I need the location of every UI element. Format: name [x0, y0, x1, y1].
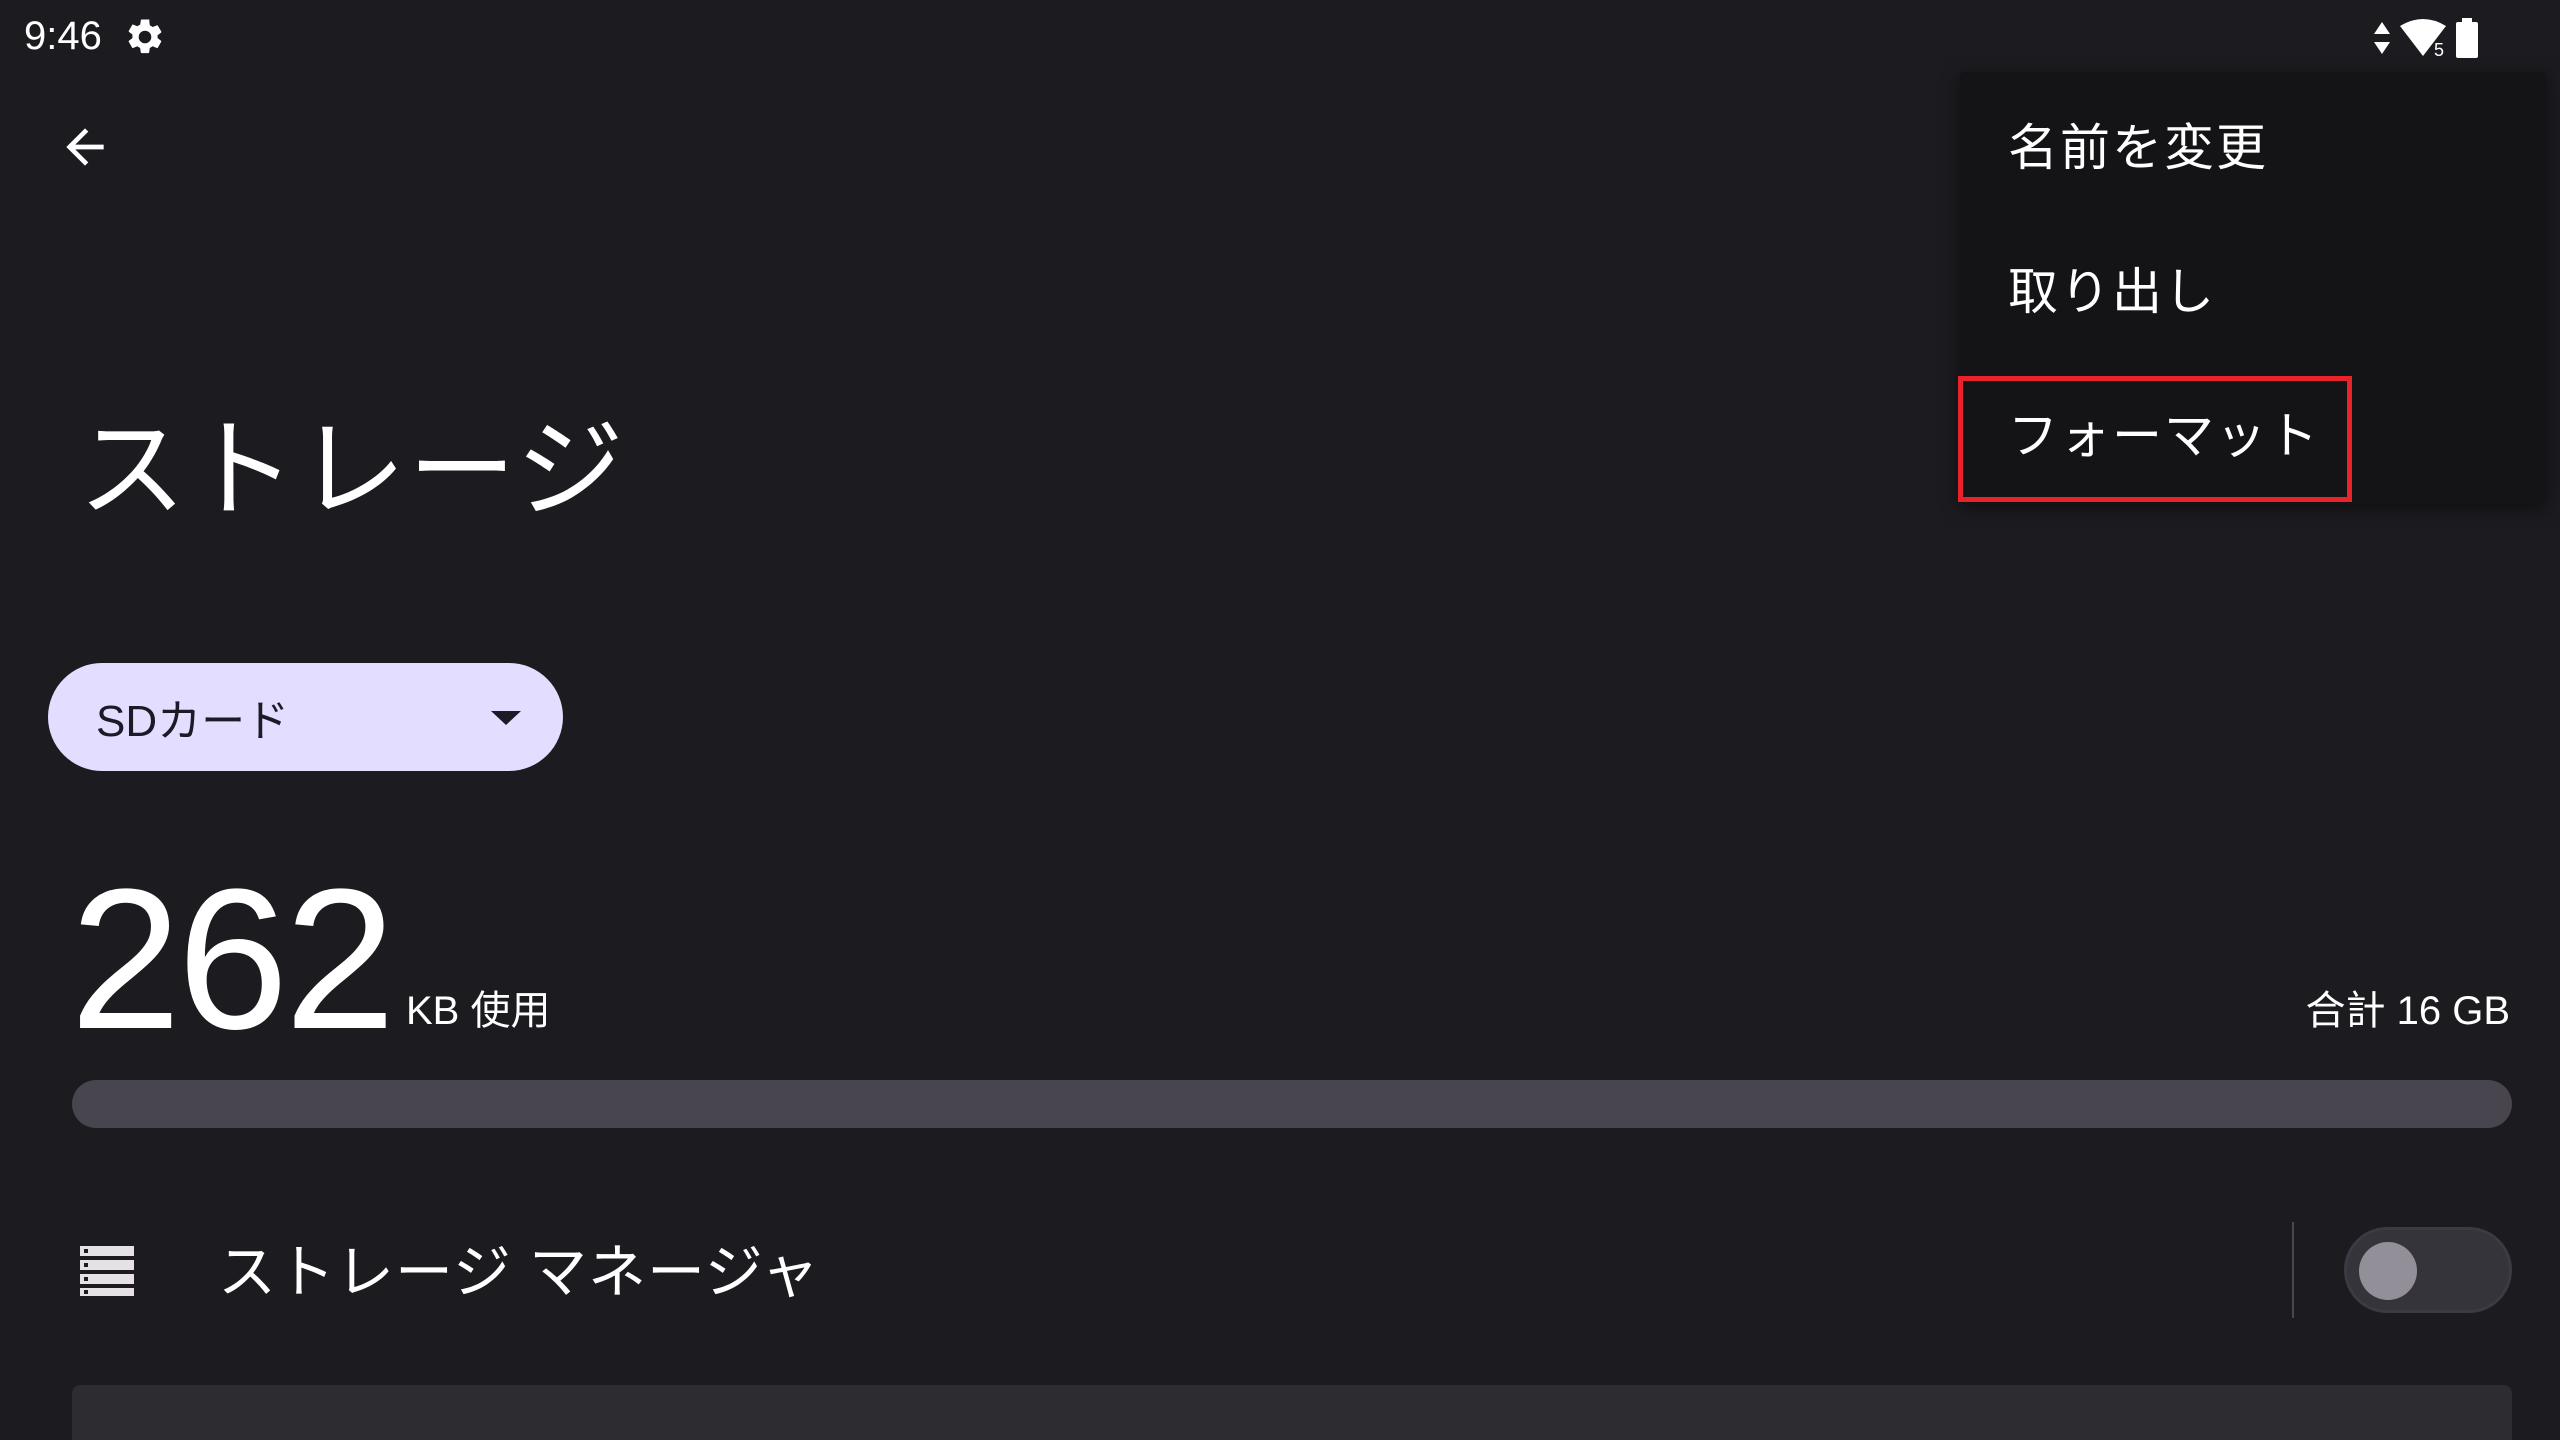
arrow-back-icon [66, 128, 104, 166]
status-icons: 5 [2372, 14, 2480, 62]
row-divider [2292, 1222, 2294, 1318]
storage-manager-label: ストレージ マネージャ [218, 1240, 820, 1305]
used-value: 262 [70, 848, 396, 1071]
volume-dropdown[interactable]: SDカード [48, 663, 563, 771]
back-button[interactable] [46, 108, 124, 186]
storage-manager-row[interactable]: ストレージ マネージャ [0, 1200, 2560, 1340]
wifi-icon: 5 [2400, 19, 2446, 58]
storage-settings-screen: 9:46 5 ストレージ SDカード 262 KB 使用 合計 16 GB スト… [0, 0, 2560, 1440]
battery-icon [2456, 18, 2478, 58]
volume-dropdown-label: SDカード [96, 697, 290, 746]
menu-item-rename[interactable]: 名前を変更 [1960, 72, 2546, 216]
wifi-badge: 5 [2434, 40, 2444, 58]
storage-list-icon [80, 1246, 134, 1296]
menu-item-eject[interactable]: 取り出し [1960, 216, 2546, 360]
gear-icon [128, 19, 162, 54]
page-title: ストレージ [78, 409, 626, 530]
toggle-knob [2359, 1242, 2417, 1300]
usage-progress-bar [72, 1080, 2512, 1128]
menu-item-format[interactable]: フォーマット [1960, 360, 2546, 504]
dropdown-triangle-icon [491, 711, 521, 725]
status-time: 9:46 [24, 14, 102, 58]
used-unit: KB 使用 [406, 989, 551, 1033]
overflow-menu: 名前を変更 取り出し フォーマット [1960, 72, 2546, 504]
total-capacity: 合計 16 GB [2305, 989, 2510, 1033]
storage-category-card [72, 1385, 2512, 1440]
data-updown-icon [2374, 22, 2390, 54]
storage-manager-toggle[interactable] [2344, 1227, 2512, 1313]
